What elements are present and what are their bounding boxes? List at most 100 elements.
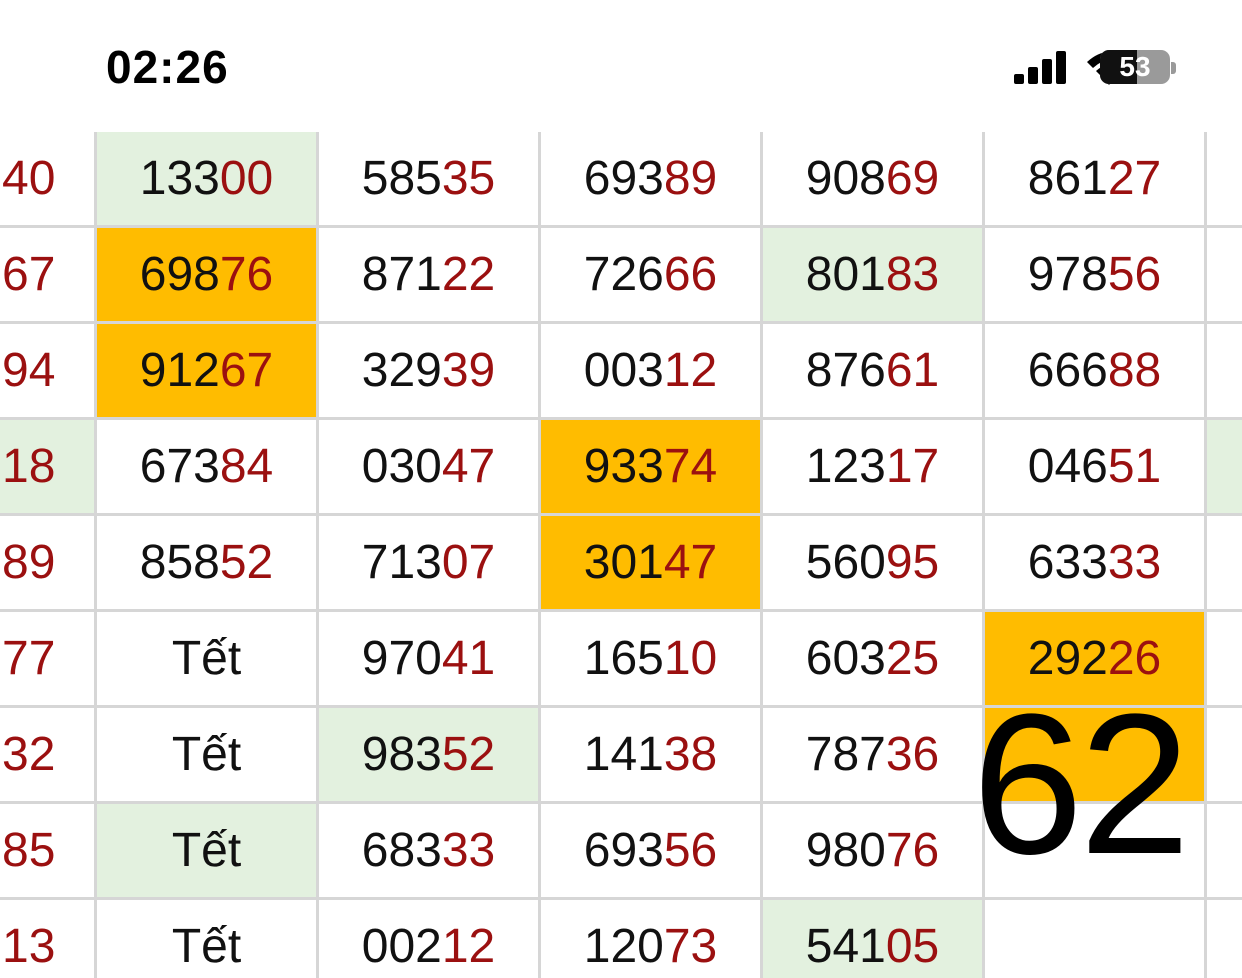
row-lead-cell: 89: [0, 516, 97, 612]
result-tail-digits: 73: [663, 920, 718, 973]
result-head-digits: 120: [583, 920, 664, 973]
result-head-digits: 871: [361, 248, 442, 301]
result-head-digits: 801: [805, 248, 886, 301]
result-cell: 003 12: [541, 324, 763, 420]
result-tail-digits: 95: [885, 536, 940, 589]
result-head-digits: 933: [583, 440, 664, 493]
result-head-digits: 970: [361, 632, 442, 685]
result-cell: 858 52: [97, 516, 319, 612]
result-head-digits: 165: [583, 632, 664, 685]
result-tail-digits: 35: [441, 152, 496, 205]
row-lead-value: 13: [2, 920, 56, 973]
row-lead-cell: 94: [0, 324, 97, 420]
result-cell: 560 95: [763, 516, 985, 612]
result-tail-digits: 76: [219, 248, 274, 301]
result-cell: 861 27: [985, 132, 1207, 228]
row-lead-value: 32: [2, 728, 56, 781]
result-tail-digits: 36: [885, 728, 940, 781]
row-lead-cell: 32: [0, 708, 97, 804]
result-cell: 141 38: [541, 708, 763, 804]
result-tail-digits: 17: [885, 440, 940, 493]
result-tail-digits: 47: [663, 536, 718, 589]
result-tail-digits: 12: [441, 920, 496, 973]
result-tail-digits: 25: [885, 632, 940, 685]
result-head-digits: 908: [805, 152, 886, 205]
signal-icon: [1014, 51, 1066, 84]
result-cell: 980 76: [763, 804, 985, 900]
result-cell: 165 10: [541, 612, 763, 708]
result-tail-digits: 39: [441, 344, 496, 397]
row-trailing-cell: [1207, 132, 1242, 228]
result-head-digits: 978: [1027, 248, 1108, 301]
result-tail-digits: 47: [441, 440, 496, 493]
row-lead-cell: 67: [0, 228, 97, 324]
row-trailing-cell: [1207, 612, 1242, 708]
row-trailing-cell: [1207, 900, 1242, 978]
result-tail-digits: 33: [441, 824, 496, 877]
result-head-digits: 980: [805, 824, 886, 877]
row-lead-value: 94: [2, 344, 56, 397]
result-tail-digits: 33: [1107, 536, 1162, 589]
result-cell: 912 67: [97, 324, 319, 420]
result-tail-digits: 89: [663, 152, 718, 205]
result-head-digits: 693: [583, 152, 664, 205]
result-head-digits: 123: [805, 440, 886, 493]
result-head-digits: 983: [361, 728, 442, 781]
status-bar: 02:26 53: [0, 0, 1242, 132]
result-cell: 787 36: [763, 708, 985, 804]
result-cell: 683 33: [319, 804, 541, 900]
row-lead-value: 67: [2, 248, 56, 301]
result-head-digits: 876: [805, 344, 886, 397]
result-tail-digits: 52: [219, 536, 274, 589]
result-cell: 698 76: [97, 228, 319, 324]
row-trailing-cell: [1207, 516, 1242, 612]
result-tail-digits: 27: [1107, 152, 1162, 205]
result-tail-digits: 07: [441, 536, 496, 589]
result-cell: Tết: [97, 900, 319, 978]
result-cell: 133 00: [97, 132, 319, 228]
row-trailing-cell: [1207, 324, 1242, 420]
result-tail-digits: 52: [441, 728, 496, 781]
result-head-digits: 666: [1027, 344, 1108, 397]
result-cell: 123 17: [763, 420, 985, 516]
row-trailing-cell: [1207, 708, 1242, 804]
result-head-digits: 858: [139, 536, 220, 589]
result-head-digits: 133: [139, 152, 220, 205]
result-head-digits: 030: [361, 440, 442, 493]
row-lead-cell: 40: [0, 132, 97, 228]
result-tail-digits: 10: [663, 632, 718, 685]
clock-time: 02:26: [106, 41, 229, 93]
result-head-digits: 003: [583, 344, 664, 397]
result-head-digits: 683: [361, 824, 442, 877]
result-head-digits: 787: [805, 728, 886, 781]
result-tail-digits: 84: [219, 440, 274, 493]
result-head-digits: 633: [1027, 536, 1108, 589]
result-tail-digits: 12: [663, 344, 718, 397]
result-tail-digits: 56: [663, 824, 718, 877]
result-cell: 120 73: [541, 900, 763, 978]
row-lead-cell: 18: [0, 420, 97, 516]
result-head-digits: 002: [361, 920, 442, 973]
result-cell: 908 69: [763, 132, 985, 228]
result-cell: 933 74: [541, 420, 763, 516]
result-tail-digits: 61: [885, 344, 940, 397]
result-head-digits: 585: [361, 152, 442, 205]
result-cell: Tết: [97, 612, 319, 708]
result-head-digits: Tết: [171, 824, 242, 877]
result-tail-digits: 83: [885, 248, 940, 301]
result-cell: 970 41: [319, 612, 541, 708]
result-tail-digits: 76: [885, 824, 940, 877]
result-head-digits: 141: [583, 728, 664, 781]
result-tail-digits: 69: [885, 152, 940, 205]
row-trailing-cell: [1207, 228, 1242, 324]
result-head-digits: 861: [1027, 152, 1108, 205]
result-cell: Tết: [97, 804, 319, 900]
result-cell: 713 07: [319, 516, 541, 612]
result-cell: 726 66: [541, 228, 763, 324]
result-head-digits: 541: [805, 920, 886, 973]
result-cell: 541 05: [763, 900, 985, 978]
row-lead-value: 77: [2, 632, 56, 685]
result-head-digits: 046: [1027, 440, 1108, 493]
row-lead-value: 40: [2, 152, 56, 205]
result-head-digits: 713: [361, 536, 442, 589]
